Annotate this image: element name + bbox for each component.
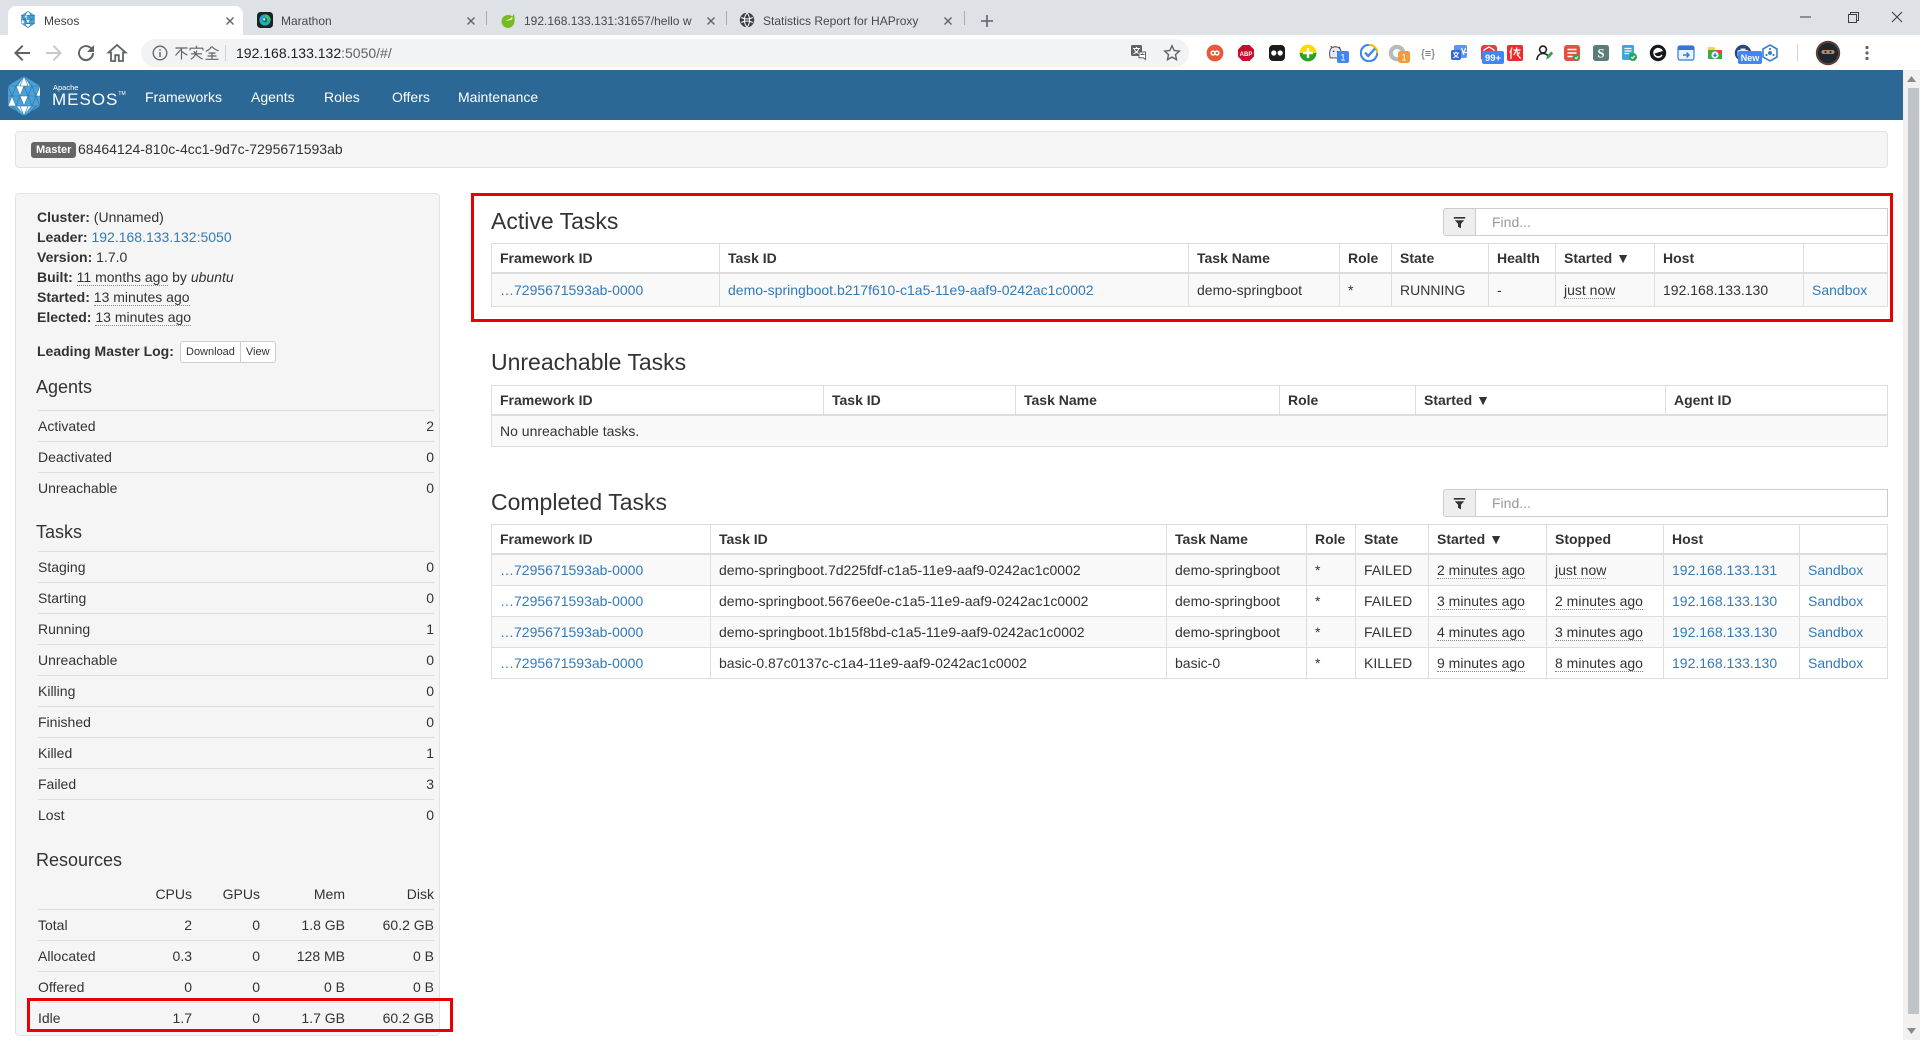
svg-text:S: S [1598,47,1605,61]
svg-text:99+: 99+ [1485,53,1502,64]
svg-text:New: New [1741,53,1761,63]
svg-text:1: 1 [1340,52,1345,62]
svg-text:{≡}: {≡} [1421,48,1435,60]
svg-text:ABP: ABP [1240,52,1253,58]
svg-text:1: 1 [1401,52,1406,62]
